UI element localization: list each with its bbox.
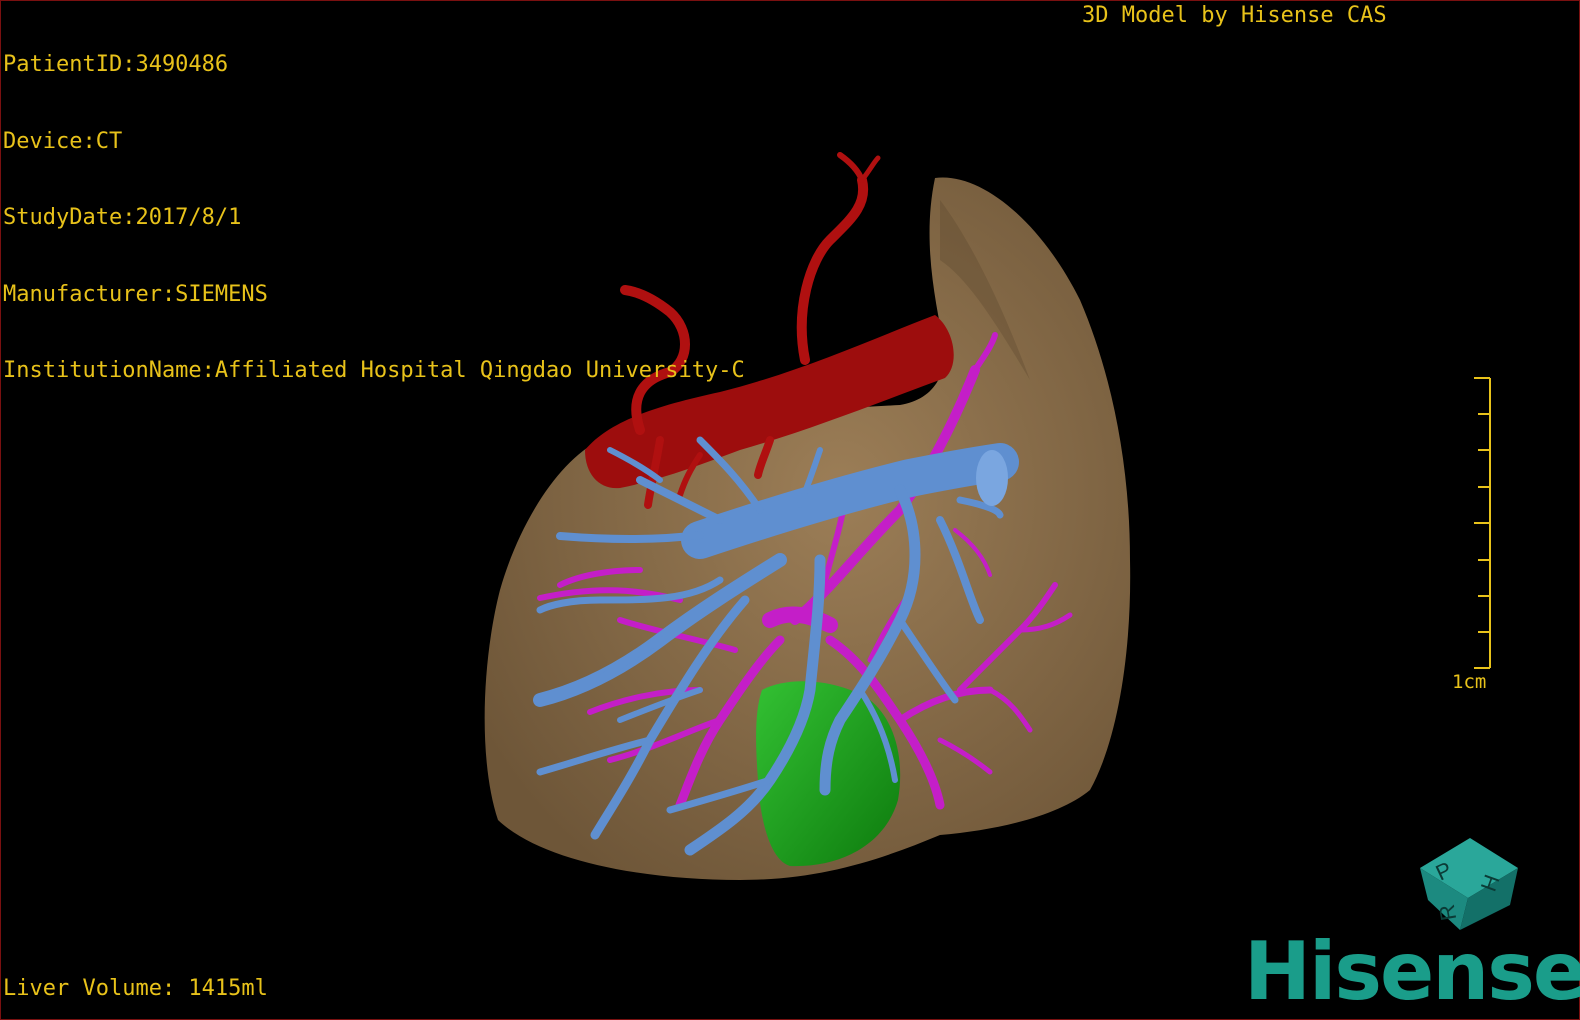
portal-vein-end: [976, 450, 1008, 506]
hisense-logo: Hisense: [1244, 925, 1580, 1018]
model-brand-title: 3D Model by Hisense CAS: [1082, 3, 1387, 28]
institution-name: InstitutionName:Affiliated Hospital Qing…: [3, 358, 745, 383]
study-date: StudyDate:2017/8/1: [3, 205, 242, 230]
patient-id: PatientID:3490486: [3, 52, 229, 77]
liver-volume: Liver Volume: 1415ml: [3, 976, 268, 1001]
manufacturer: Manufacturer:SIEMENS: [3, 281, 268, 307]
device: Device:CT: [3, 128, 123, 154]
study-info-panel: PatientID:3490486 Device:CT StudyDate:20…: [3, 1, 745, 409]
scale-bar-label: 1cm: [1452, 671, 1487, 693]
